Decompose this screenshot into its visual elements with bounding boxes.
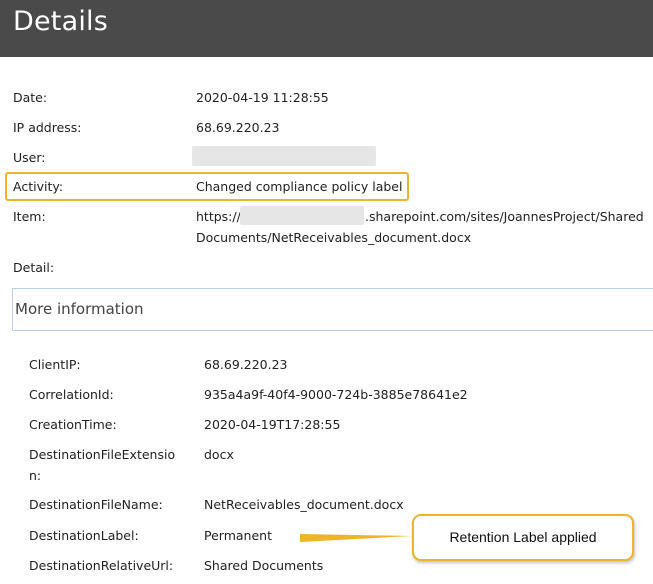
more-information-label: More information <box>15 300 144 318</box>
destination-relative-url-label: DestinationRelativeUrl: <box>29 558 174 573</box>
destination-file-name-value: NetReceivables_document.docx <box>204 497 404 512</box>
creation-time-label: CreationTime: <box>29 417 117 432</box>
date-label: Date: <box>13 90 48 105</box>
destination-file-extension-label-line2: n: <box>29 468 42 483</box>
client-ip-label: ClientIP: <box>29 357 81 372</box>
page-title: Details <box>13 6 109 37</box>
destination-file-name-label: DestinationFileName: <box>29 497 163 512</box>
activity-label: Activity: <box>13 179 64 194</box>
user-value-redacted <box>192 146 376 166</box>
creation-time-value: 2020-04-19T17:28:55 <box>204 417 341 432</box>
user-label: User: <box>13 150 46 165</box>
details-header: Details <box>0 0 653 57</box>
item-url-redacted <box>240 206 364 225</box>
more-information-panel[interactable]: More information <box>12 288 653 331</box>
ip-address-value: 68.69.220.23 <box>196 120 280 135</box>
detail-label: Detail: <box>13 260 55 275</box>
destination-file-extension-label-line1: DestinationFileExtensio <box>29 447 176 462</box>
destination-file-extension-value: docx <box>204 447 234 462</box>
ip-address-label: IP address: <box>13 120 82 135</box>
callout-pointer-arrow <box>299 532 413 542</box>
destination-relative-url-value: Shared Documents <box>204 558 324 573</box>
activity-value: Changed compliance policy label <box>196 179 403 194</box>
retention-label-callout: Retention Label applied <box>412 514 634 561</box>
destination-label-label: DestinationLabel: <box>29 528 139 543</box>
destination-label-value: Permanent <box>204 528 272 543</box>
correlation-id-value: 935a4a9f-40f4-9000-724b-3885e78641e2 <box>204 387 468 402</box>
item-url-prefix: https:// <box>196 209 241 224</box>
item-url-line2: Documents/NetReceivables_document.docx <box>196 230 472 245</box>
callout-text: Retention Label applied <box>449 529 597 545</box>
item-url-line1: .sharepoint.com/sites/JoannesProject/Sha… <box>365 209 644 224</box>
client-ip-value: 68.69.220.23 <box>204 357 288 372</box>
item-label: Item: <box>13 209 46 224</box>
correlation-id-label: CorrelationId: <box>29 387 114 402</box>
date-value: 2020-04-19 11:28:55 <box>196 90 329 105</box>
